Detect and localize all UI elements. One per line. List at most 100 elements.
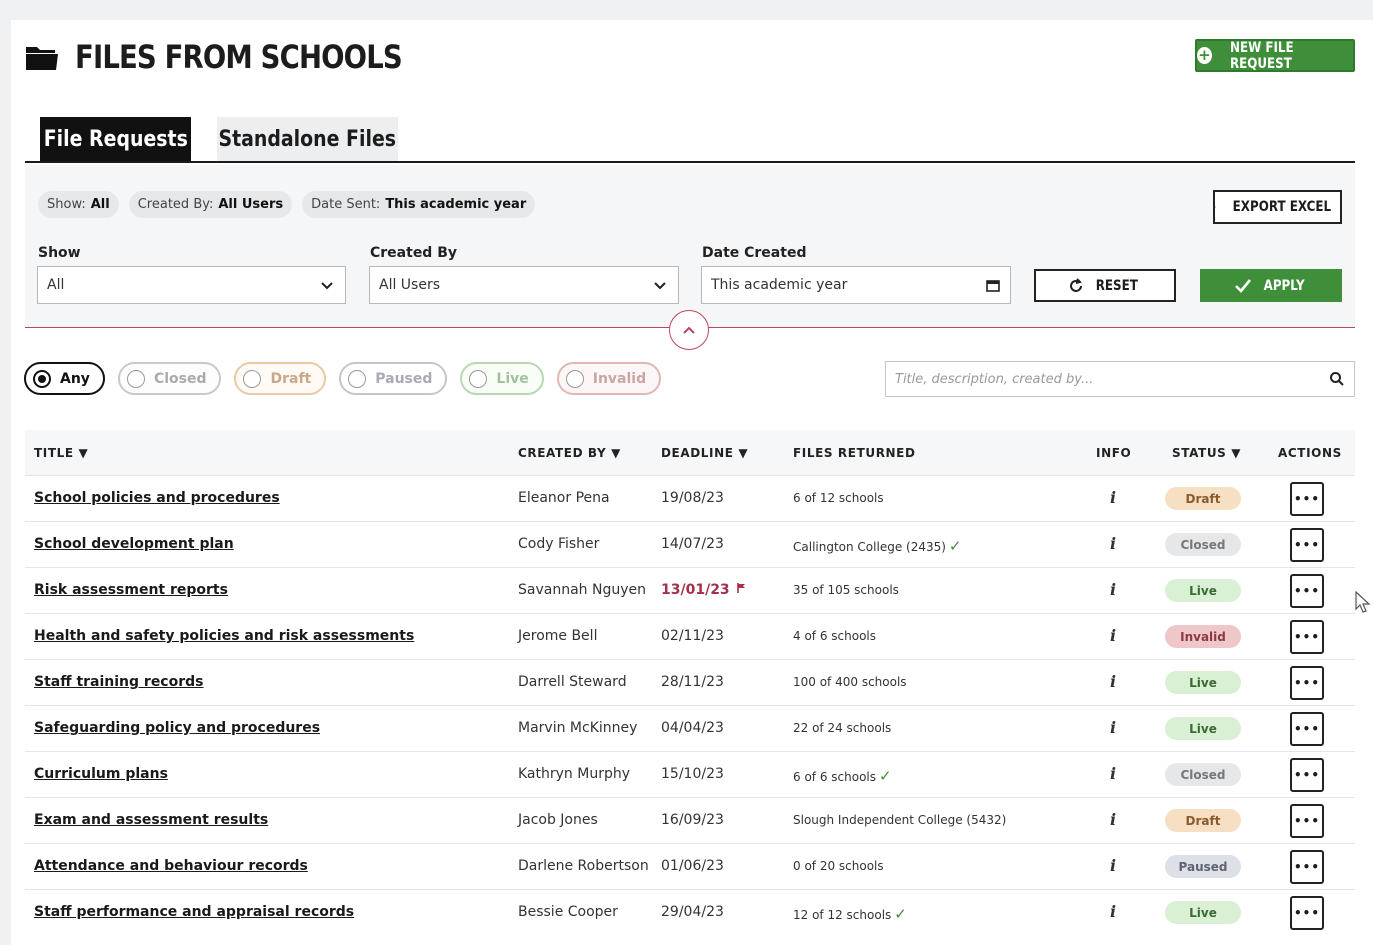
deadline-cell: 29/04/23 [661,904,724,920]
request-title-link[interactable]: Curriculum plans [34,766,168,782]
search-input[interactable] [895,371,1315,387]
deadline-value: 14/07/23 [661,536,724,552]
request-title-link[interactable]: Risk assessment reports [34,582,228,598]
request-title-link[interactable]: Safeguarding policy and procedures [34,720,320,736]
files-returned-cell: Callington College (2435) ✓ [793,537,962,555]
table-row: Exam and assessment results Jacob Jones 16… [25,797,1355,843]
table-row: Staff performance and appraisal records B… [25,889,1355,935]
deadline-cell: 04/04/23 [661,720,724,736]
col-files-returned-header: FILES RETURNED [793,446,916,460]
more-actions-button[interactable]: ••• [1290,620,1324,654]
collapse-filters-button[interactable] [669,310,709,350]
ellipsis-icon: ••• [1293,906,1320,920]
search-icon[interactable] [1329,371,1345,387]
active-filter-chips: Show: All Created By: All Users Date Sent:… [38,191,545,218]
files-returned-value: Slough Independent College (5432) [793,813,1007,827]
radio-icon [243,369,262,388]
status-filter-invalid[interactable]: Invalid [556,362,662,395]
request-title-link[interactable]: Staff performance and appraisal records [34,904,354,920]
table-row: Safeguarding policy and procedures Marvin… [25,705,1355,751]
apply-button[interactable]: APPLY [1200,269,1342,302]
info-icon[interactable]: i [1105,856,1121,876]
info-icon[interactable]: i [1105,580,1121,600]
table-row: Attendance and behaviour records Darlene … [25,843,1355,889]
request-title-link[interactable]: Exam and assessment results [34,812,268,828]
files-returned-cell: 22 of 24 schools [793,721,891,735]
reset-button[interactable]: RESET [1034,269,1176,302]
col-created-by-header[interactable]: CREATED BY ▼ [518,446,621,460]
info-icon[interactable]: i [1105,672,1121,692]
deadline-cell: 14/07/23 [661,536,724,552]
info-icon[interactable]: i [1105,902,1121,922]
more-actions-button[interactable]: ••• [1290,758,1324,792]
info-icon[interactable]: i [1105,810,1121,830]
deadline-value: 13/01/23 [661,582,730,598]
info-icon[interactable]: i [1105,764,1121,784]
filter-chip-date-sent[interactable]: Date Sent: This academic year [302,191,536,218]
status-badge: Live [1165,671,1241,694]
created-by-cell: Eleanor Pena [518,490,610,506]
col-title-header[interactable]: TITLE ▼ [34,446,88,460]
chevron-down-icon [321,282,333,290]
info-icon[interactable]: i [1105,534,1121,554]
request-title-link[interactable]: Attendance and behaviour records [34,858,308,874]
files-returned-value: 6 of 12 schools [793,491,884,505]
date-created-label: Date Created [702,245,807,261]
ellipsis-icon: ••• [1293,768,1320,782]
filter-chip-created-by[interactable]: Created By: All Users [128,191,293,218]
ellipsis-icon: ••• [1293,814,1320,828]
filter-chip-show[interactable]: Show: All [38,191,119,218]
col-status-header[interactable]: STATUS ▼ [1172,446,1241,460]
more-actions-button[interactable]: ••• [1290,712,1324,746]
more-actions-button[interactable]: ••• [1290,482,1324,516]
plus-circle-icon: + [1197,46,1212,64]
ellipsis-icon: ••• [1293,584,1320,598]
deadline-value: 02/11/23 [661,628,724,644]
search-box [885,361,1355,397]
status-badge: Invalid [1165,625,1241,648]
more-actions-button[interactable]: ••• [1290,850,1324,884]
more-actions-button[interactable]: ••• [1290,574,1324,608]
created-by-select[interactable]: All Users [369,266,679,304]
files-returned-value: 22 of 24 schools [793,721,892,735]
status-filter-draft[interactable]: Draft [234,362,327,395]
main-card: FILES FROM SCHOOLS + NEW FILE REQUEST Fi… [11,20,1373,945]
status-filter-paused[interactable]: Paused [339,362,448,395]
status-filter-closed[interactable]: Closed [117,362,222,395]
more-actions-button[interactable]: ••• [1290,896,1324,930]
show-select[interactable]: All [37,266,346,304]
info-icon[interactable]: i [1105,718,1121,738]
deadline-cell: 01/06/23 [661,858,724,874]
status-filter-live[interactable]: Live [460,362,544,395]
tab-standalone-files[interactable]: Standalone Files [217,117,398,161]
more-actions-button[interactable]: ••• [1290,666,1324,700]
new-file-request-button[interactable]: + NEW FILE REQUEST [1195,39,1355,72]
status-badge: Live [1165,717,1241,740]
more-actions-button[interactable]: ••• [1290,528,1324,562]
deadline-value: 15/10/23 [661,766,724,782]
deadline-value: 04/04/23 [661,720,724,736]
deadline-cell: 16/09/23 [661,812,724,828]
request-title-link[interactable]: Health and safety policies and risk asse… [34,628,414,644]
check-icon: ✓ [894,905,907,923]
status-badge: Draft [1165,809,1241,832]
tab-file-requests[interactable]: File Requests [40,117,191,161]
created-by-cell: Kathryn Murphy [518,766,630,782]
status-filter-any[interactable]: Any [24,362,105,395]
info-icon[interactable]: i [1105,488,1121,508]
export-excel-button[interactable]: EXPORT EXCEL [1213,190,1342,224]
request-title-link[interactable]: School development plan [34,536,234,552]
files-returned-cell: 12 of 12 schools ✓ [793,905,907,923]
file-requests-table: TITLE ▼ CREATED BY ▼ DEADLINE ▼ FILES RE… [25,430,1355,935]
status-badge: Live [1165,579,1241,602]
info-icon[interactable]: i [1105,626,1121,646]
request-title-link[interactable]: Staff training records [34,674,203,690]
table-header: TITLE ▼ CREATED BY ▼ DEADLINE ▼ FILES RE… [25,430,1355,475]
deadline-cell: 02/11/23 [661,628,724,644]
date-created-input[interactable]: This academic year [701,266,1011,304]
request-title-link[interactable]: School policies and procedures [34,490,280,506]
table-row: Staff training records Darrell Steward 28/… [25,659,1355,705]
col-deadline-header[interactable]: DEADLINE ▼ [661,446,748,460]
col-actions-header: ACTIONS [1278,446,1342,460]
more-actions-button[interactable]: ••• [1290,804,1324,838]
